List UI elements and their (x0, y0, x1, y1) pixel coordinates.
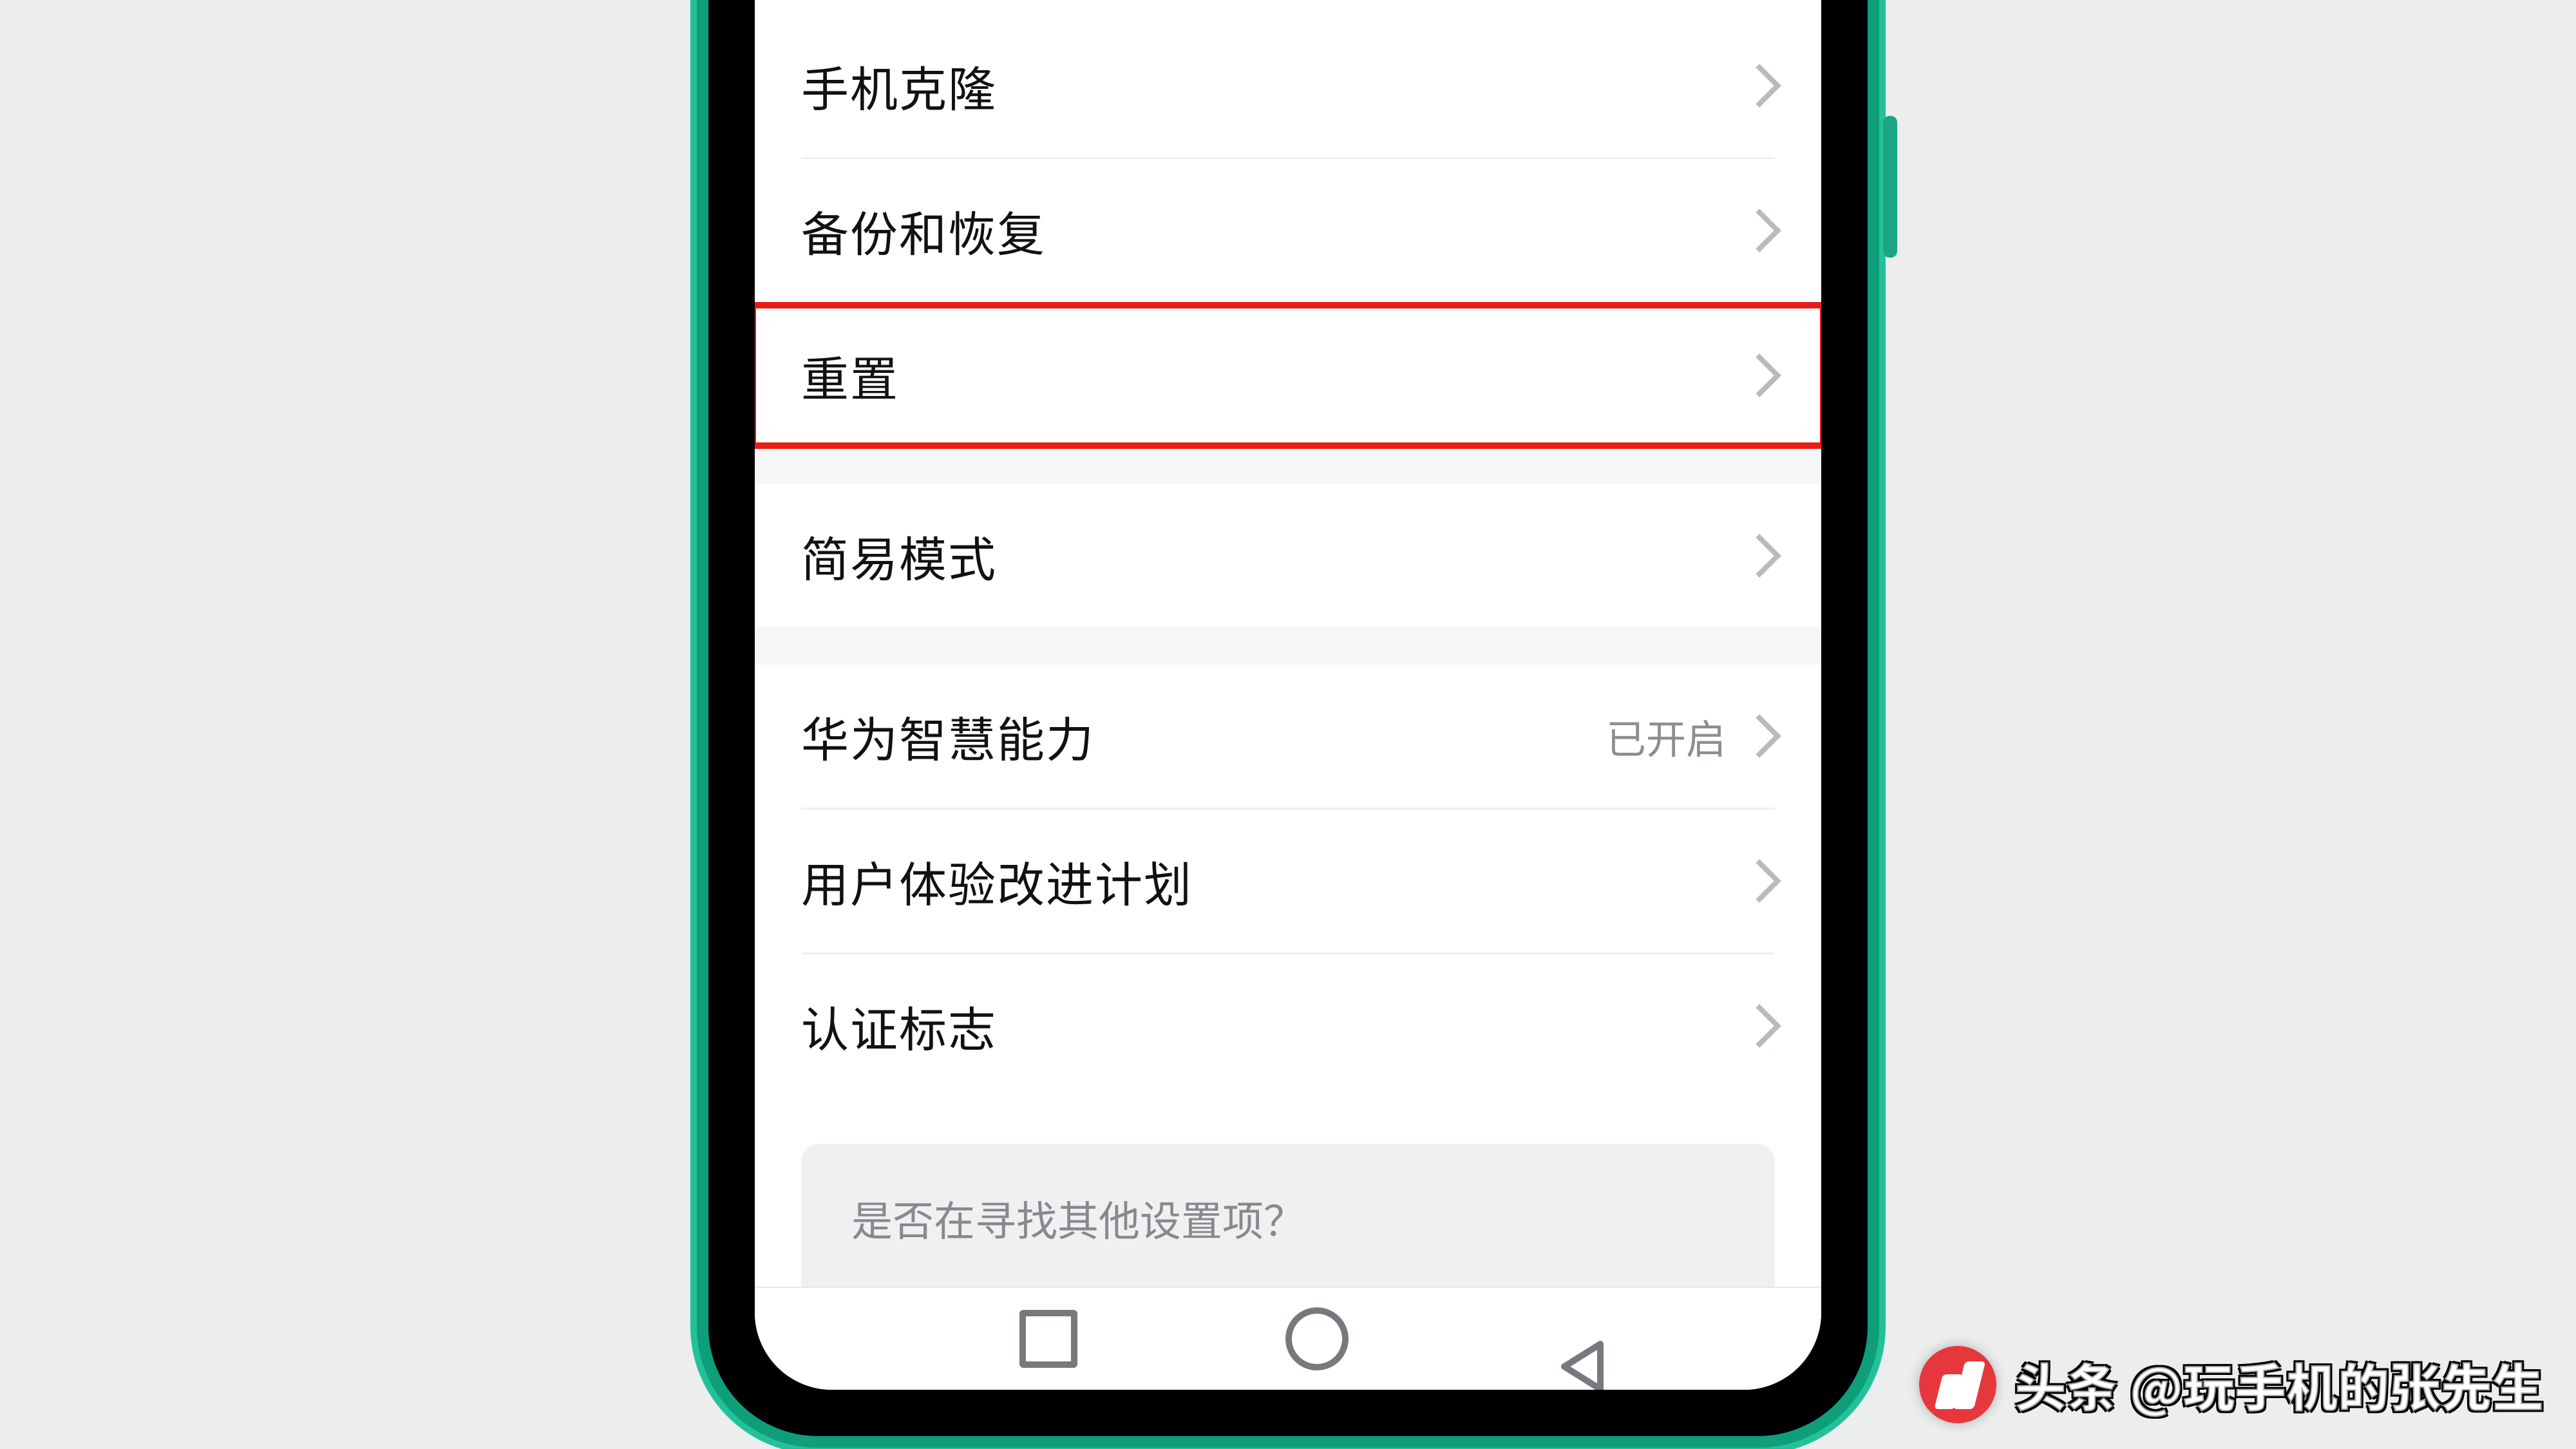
phone-screen: 手机克隆 备份和恢复 重置 (755, 0, 1821, 1390)
watermark: 头条 @玩手机的张先生 (1919, 1346, 2544, 1423)
row-label: 备份和恢复 (801, 196, 1046, 265)
row-right (1744, 360, 1775, 391)
chevron-right-icon (1738, 64, 1781, 108)
row-label: 用户体验改进计划 (801, 847, 1193, 916)
settings-row-reset[interactable]: 重置 (755, 304, 1821, 447)
group-gap (755, 627, 1821, 665)
nav-home-icon[interactable] (1285, 1307, 1349, 1370)
chevron-right-icon (1738, 354, 1781, 397)
settings-row-ux-plan[interactable]: 用户体验改进计划 (755, 810, 1821, 952)
settings-group-2: 简易模式 (755, 484, 1821, 627)
settings-row-cert-logo[interactable]: 认证标志 (755, 954, 1821, 1097)
watermark-text: 头条 @玩手机的张先生 (2014, 1347, 2544, 1422)
chevron-right-icon (1738, 209, 1781, 252)
nav-recent-icon[interactable] (1019, 1310, 1077, 1368)
chevron-right-icon (1738, 534, 1781, 578)
row-right (1744, 1010, 1775, 1041)
row-value: 已开启 (1606, 707, 1726, 765)
chevron-right-icon (1738, 859, 1781, 903)
settings-row-backup-restore[interactable]: 备份和恢复 (755, 159, 1821, 302)
settings-group-1: 手机克隆 备份和恢复 重置 (755, 0, 1821, 447)
settings-row-simple-mode[interactable]: 简易模式 (755, 484, 1821, 627)
row-label: 华为智慧能力 (801, 702, 1095, 771)
row-label: 重置 (801, 341, 899, 410)
row-right (1744, 70, 1775, 101)
phone-frame: 手机克隆 备份和恢复 重置 (708, 0, 1868, 1436)
row-label: 认证标志 (801, 992, 997, 1061)
row-label: 简易模式 (801, 522, 997, 591)
row-right (1744, 215, 1775, 246)
phone-bezel: 手机克隆 备份和恢复 重置 (723, 0, 1853, 1422)
group-gap (755, 447, 1821, 484)
suggestion-question: 是否在寻找其他设置项？ (851, 1189, 1725, 1248)
android-nav-bar (755, 1287, 1821, 1390)
settings-row-ai-skill[interactable]: 华为智慧能力 已开启 (755, 665, 1821, 808)
settings-content: 手机克隆 备份和恢复 重置 (755, 0, 1821, 1390)
row-right (1744, 866, 1775, 896)
settings-group-3: 华为智慧能力 已开启 用户体验改进计划 (755, 665, 1821, 1385)
row-label: 手机克隆 (801, 52, 997, 120)
highlight-box (755, 302, 1821, 449)
row-right (1744, 540, 1775, 571)
chevron-right-icon (1738, 1004, 1781, 1048)
settings-row-phone-clone[interactable]: 手机克隆 (755, 14, 1821, 157)
chevron-right-icon (1738, 714, 1781, 758)
phone-side-button (1883, 116, 1897, 258)
toutiao-logo-icon (1919, 1346, 1996, 1423)
row-right: 已开启 (1606, 707, 1775, 765)
